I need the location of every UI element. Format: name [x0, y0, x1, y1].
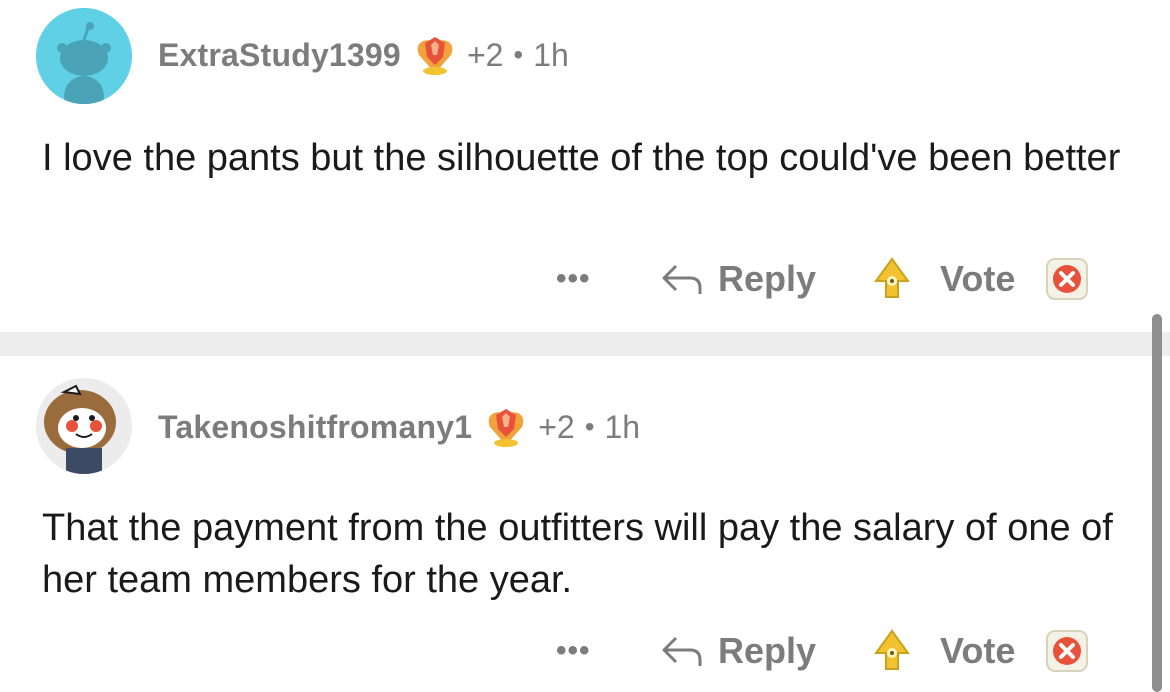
gold-upvote-icon[interactable] [874, 629, 911, 673]
meta-separator: • [513, 39, 524, 70]
comment-actions: ••• Reply Vote [556, 252, 1089, 306]
author-line: Takenoshitfromany1 +2 • 1h [158, 402, 640, 452]
comment-body: I love the pants but the silhouette of t… [42, 137, 1121, 179]
meta-separator: • [584, 411, 595, 442]
username[interactable]: Takenoshitfromany1 [158, 409, 472, 446]
username[interactable]: ExtraStudy1399 [158, 37, 401, 74]
more-options-button[interactable]: ••• [556, 634, 608, 668]
red-x-downvote-icon[interactable] [1045, 257, 1089, 301]
vote-label: Vote [940, 258, 1016, 299]
reply-arrow-icon [662, 636, 702, 666]
reply-button[interactable]: Reply [660, 258, 816, 300]
comment-actions: ••• Reply Vote [556, 624, 1089, 678]
comment-age: 1h [604, 408, 641, 445]
crystal-heart-award-icon[interactable] [484, 405, 528, 449]
comment-divider [0, 332, 1170, 356]
comment-2: Takenoshitfromany1 +2 • 1h That the paym… [0, 356, 1170, 692]
red-x-downvote-icon[interactable] [1045, 629, 1089, 673]
reply-arrow-icon [662, 264, 702, 294]
reply-label: Reply [718, 630, 817, 671]
crystal-heart-award-icon[interactable] [413, 33, 457, 77]
comment-body: That the payment from the outfitters wil… [42, 507, 1113, 601]
reply-label: Reply [718, 258, 817, 299]
user-avatar[interactable] [36, 8, 132, 104]
award-count: +2 [466, 36, 504, 73]
vote-label: Vote [940, 630, 1016, 671]
more-options-button[interactable]: ••• [556, 262, 608, 296]
scrollbar[interactable] [1152, 314, 1162, 692]
user-avatar[interactable] [36, 378, 132, 474]
gold-upvote-icon[interactable] [874, 257, 911, 301]
author-line: ExtraStudy1399 +2 • 1h [158, 30, 569, 80]
owl-avatar-icon [36, 378, 132, 474]
reply-button[interactable]: Reply [660, 630, 816, 672]
comment-1: ExtraStudy1399 +2 • 1h I love the pants … [0, 0, 1170, 332]
snoo-avatar-icon [36, 8, 132, 104]
comment-age: 1h [533, 36, 569, 73]
award-count: +2 [538, 408, 575, 445]
